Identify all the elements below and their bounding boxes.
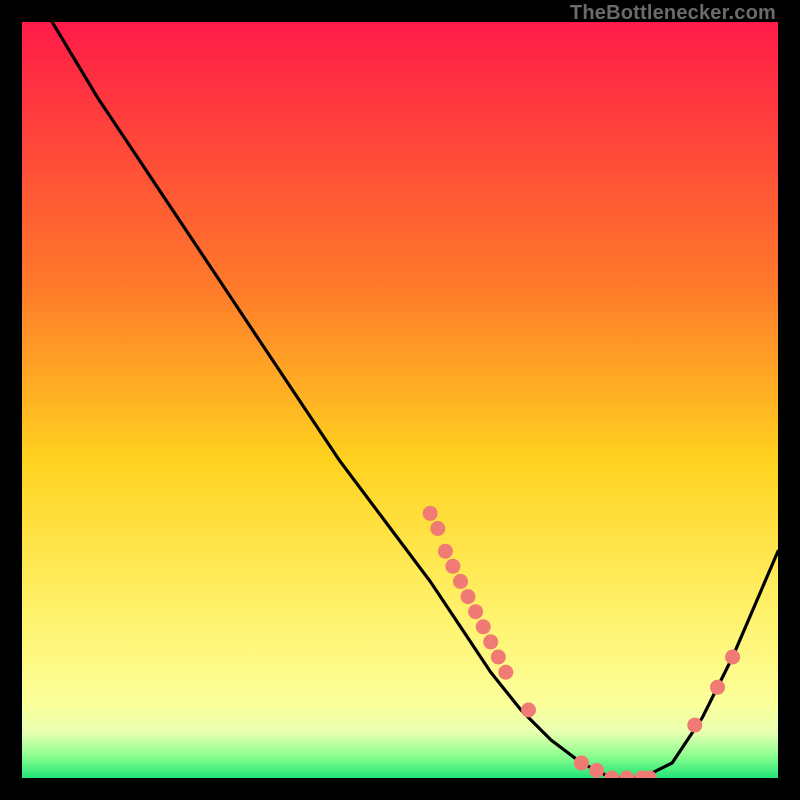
bottleneck-curve bbox=[52, 22, 778, 778]
marker-point bbox=[476, 619, 491, 634]
marker-point bbox=[453, 574, 468, 589]
chart-frame bbox=[22, 22, 778, 778]
marker-point bbox=[468, 604, 483, 619]
marker-point bbox=[725, 650, 740, 665]
marker-point bbox=[521, 703, 536, 718]
marker-point bbox=[483, 634, 498, 649]
marker-point bbox=[438, 544, 453, 559]
watermark-text: TheBottlenecker.com bbox=[570, 2, 776, 25]
marker-point bbox=[589, 763, 604, 778]
marker-point bbox=[604, 771, 619, 779]
marker-point bbox=[430, 521, 445, 536]
marker-point bbox=[574, 755, 589, 770]
marker-point bbox=[619, 771, 634, 779]
marker-point bbox=[491, 650, 506, 665]
chart-plot bbox=[22, 22, 778, 778]
marker-point bbox=[423, 506, 438, 521]
marker-point bbox=[445, 559, 460, 574]
marker-point bbox=[461, 589, 476, 604]
marker-point bbox=[687, 718, 702, 733]
marker-point bbox=[710, 680, 725, 695]
marker-point bbox=[498, 665, 513, 680]
